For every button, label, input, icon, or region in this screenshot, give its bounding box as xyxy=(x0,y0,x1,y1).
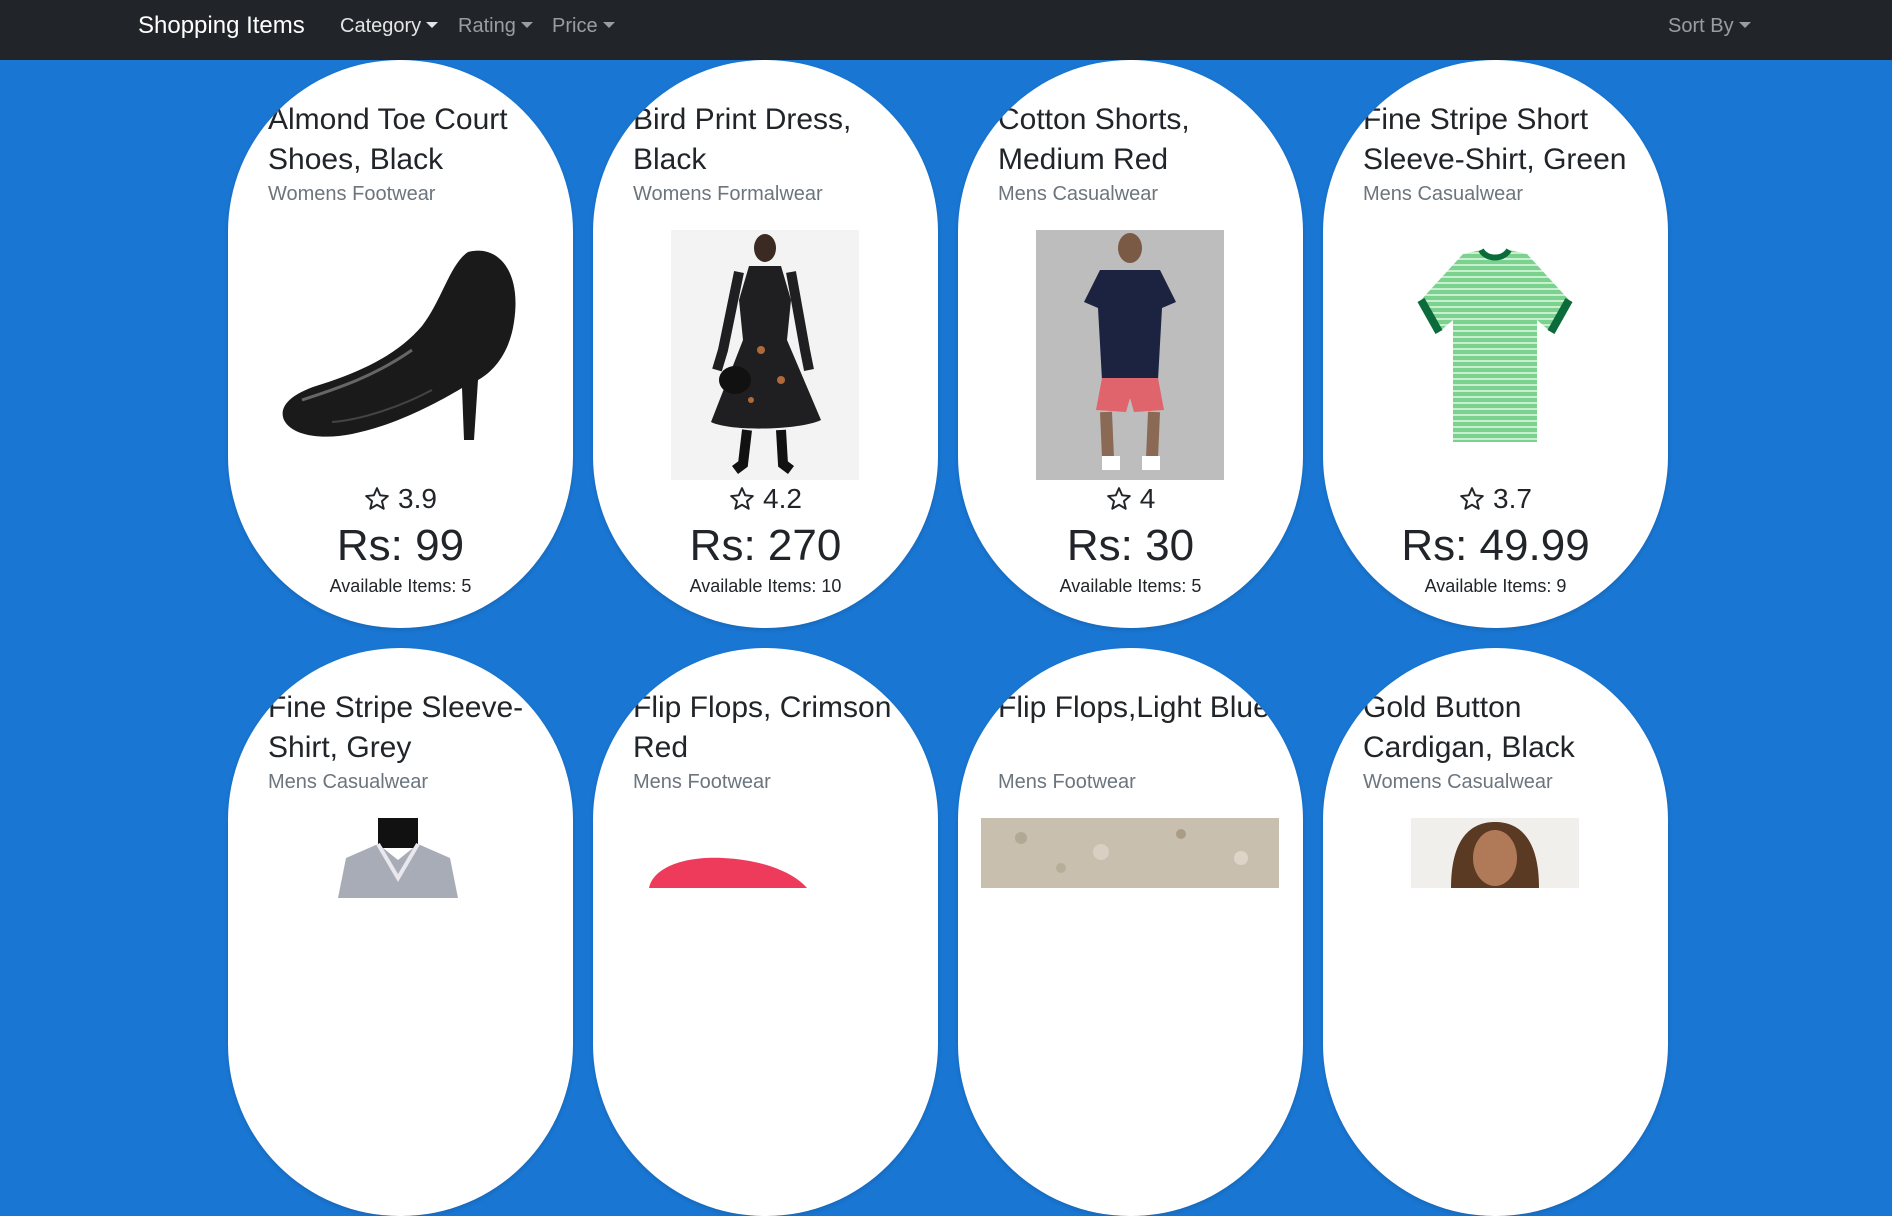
product-card[interactable]: Fine Stripe Short Sleeve-Shirt, Green Me… xyxy=(1323,60,1668,628)
available-items: Available Items: 10 xyxy=(689,576,842,596)
product-name: Gold Button Cardigan, Black xyxy=(1363,691,1575,764)
product-rating: 3.7 xyxy=(1323,482,1668,516)
product-name: Fine Stripe Short Sleeve-Shirt, Green xyxy=(1363,103,1627,176)
green-striped-tshirt-icon xyxy=(1401,240,1589,470)
product-category: Mens Casualwear xyxy=(998,183,1159,205)
rating-value: 4.2 xyxy=(763,483,802,514)
grey-shirt-mannequin-icon xyxy=(318,818,478,898)
product-name: Cotton Shorts, Medium Red xyxy=(998,103,1190,176)
product-name: Flip Flops,Light Blue xyxy=(998,691,1270,724)
woman-portrait-icon xyxy=(1411,818,1579,888)
product-price: Rs: 30 xyxy=(1066,521,1195,570)
product-card[interactable]: Almond Toe Court Shoes, Black Womens Foo… xyxy=(228,60,573,628)
product-image xyxy=(643,848,863,888)
star-outline-icon xyxy=(1460,487,1484,510)
sand-photo-icon xyxy=(981,818,1279,888)
product-category: Womens Footwear xyxy=(268,183,436,205)
product-card[interactable]: Gold Button Cardigan, Black Womens Casua… xyxy=(1323,648,1668,1216)
star-outline-icon xyxy=(730,487,754,510)
product-name: Almond Toe Court Shoes, Black xyxy=(268,103,508,176)
product-image xyxy=(1411,818,1579,888)
product-category: Womens Casualwear xyxy=(1363,771,1553,793)
product-image xyxy=(981,818,1279,888)
product-name: Fine Stripe Sleeve-Shirt, Grey xyxy=(268,691,524,764)
product-category: Womens Formalwear xyxy=(633,183,823,205)
star-outline-icon xyxy=(365,487,389,510)
product-image xyxy=(671,230,859,480)
product-image xyxy=(1401,240,1589,470)
black-heel-shoe-icon xyxy=(272,230,528,480)
product-category: Mens Footwear xyxy=(633,771,771,793)
available-items: Available Items: 5 xyxy=(1059,576,1202,596)
product-rating: 4.2 xyxy=(593,482,938,516)
product-card[interactable]: Flip Flops, Crimson Red Mens Footwear xyxy=(593,648,938,1216)
rating-value: 3.9 xyxy=(398,483,437,514)
product-category: Mens Casualwear xyxy=(268,771,429,793)
product-rating: 4 xyxy=(958,482,1303,516)
product-name: Bird Print Dress, Black xyxy=(633,103,852,176)
man-red-shorts-icon xyxy=(1036,230,1224,480)
product-price: Rs: 270 xyxy=(689,521,842,570)
product-category: Mens Footwear xyxy=(998,771,1136,793)
product-card[interactable]: Bird Print Dress, Black Womens Formalwea… xyxy=(593,60,938,628)
product-card[interactable]: Cotton Shorts, Medium Red Mens Casualwea… xyxy=(958,60,1303,628)
red-flip-flop-icon xyxy=(643,848,863,888)
product-price: Rs: 99 xyxy=(336,521,465,570)
product-card[interactable]: Flip Flops,Light Blue Mens Footwear xyxy=(958,648,1303,1216)
black-dress-model-icon xyxy=(671,230,859,480)
product-category: Mens Casualwear xyxy=(1363,183,1524,205)
product-image xyxy=(272,230,528,480)
product-rating: 3.9 xyxy=(228,482,573,516)
rating-value: 3.7 xyxy=(1493,483,1532,514)
star-outline-icon xyxy=(1106,487,1131,510)
rating-value: 4 xyxy=(1139,483,1156,514)
available-items: Available Items: 9 xyxy=(1424,576,1567,596)
product-grid: Almond Toe Court Shoes, Black Womens Foo… xyxy=(0,0,1892,1216)
available-items: Available Items: 5 xyxy=(329,576,472,596)
product-price: Rs: 49.99 xyxy=(1401,521,1590,570)
product-image xyxy=(1036,230,1224,480)
product-card[interactable]: Fine Stripe Sleeve-Shirt, Grey Mens Casu… xyxy=(228,648,573,1216)
product-name: Flip Flops, Crimson Red xyxy=(633,691,892,764)
product-image xyxy=(318,818,478,898)
